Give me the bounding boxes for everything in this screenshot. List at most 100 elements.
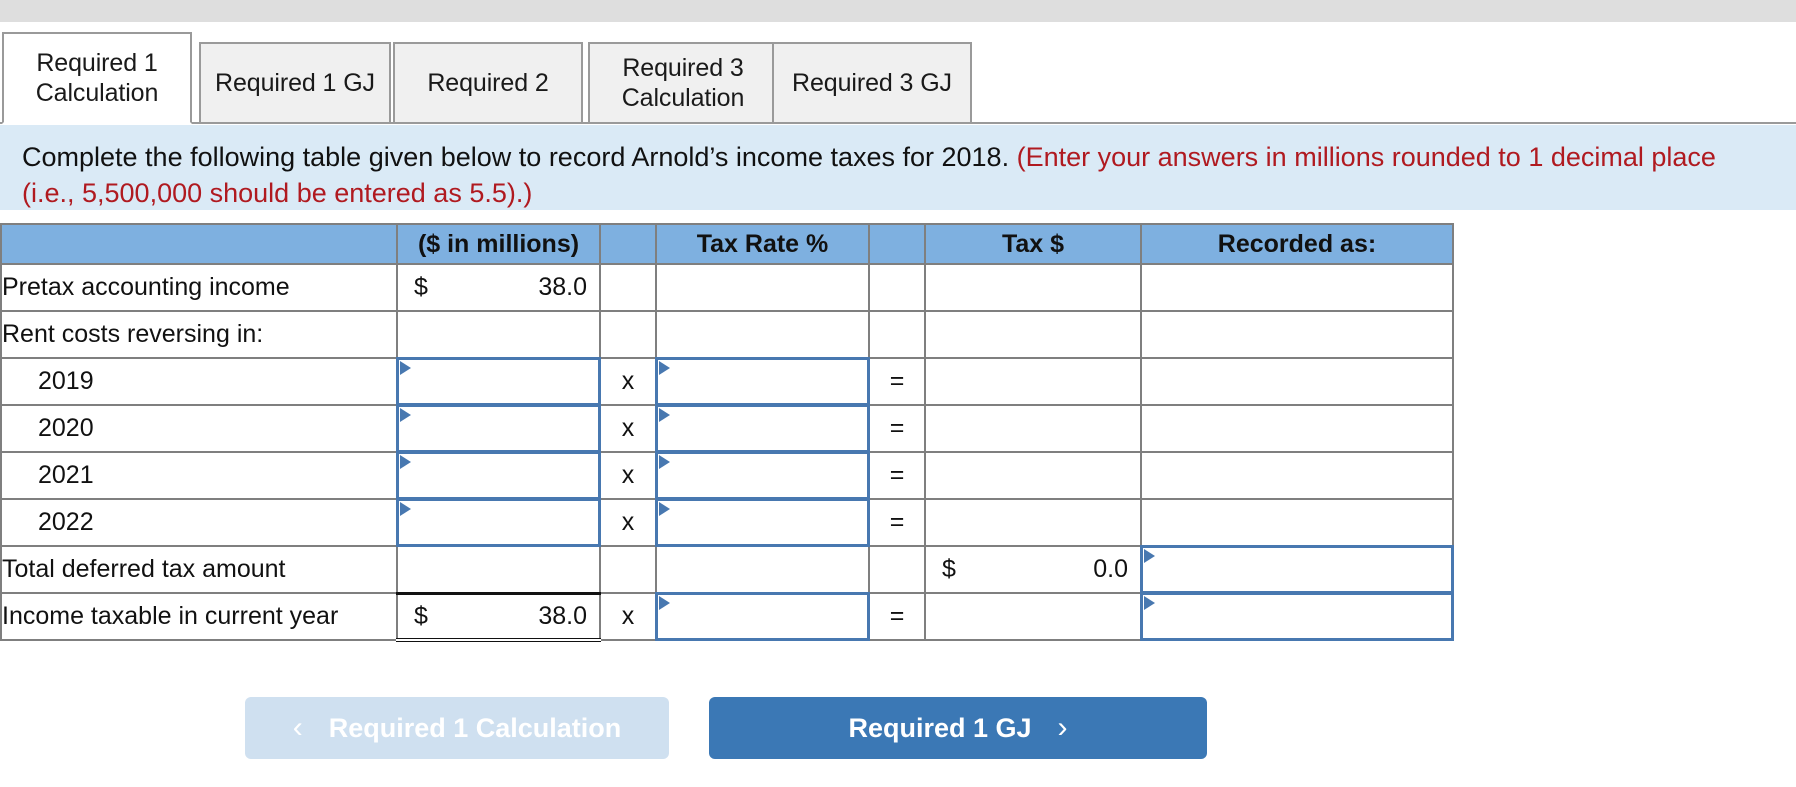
- operator-equals-cell-year-2020: =: [868, 404, 926, 453]
- next-page-button[interactable]: Required 1 GJ ›: [709, 697, 1207, 759]
- row-label-total-deferred-tax-amount: Total deferred tax amount: [0, 545, 398, 594]
- header-tax-dollars: Tax $: [924, 223, 1142, 265]
- recorded-as-cell-year-2020: [1140, 404, 1454, 453]
- tab-label: Required 1 GJ: [215, 68, 375, 98]
- amount-cell-value-income-taxable-in-current-year: 38.0: [538, 601, 587, 630]
- operator-equals-cell-pretax-accounting-income: [868, 263, 926, 312]
- header-amount: ($ in millions): [396, 223, 601, 265]
- chevron-left-icon: ‹: [292, 711, 303, 744]
- tax-rate-cell-year-2022[interactable]: [655, 498, 870, 547]
- amount-cell-total-deferred-tax-amount: [396, 545, 601, 594]
- tax-dollars-cell-income-taxable-in-current-year: [924, 592, 1142, 641]
- tax-rate-cell-income-taxable-in-current-year[interactable]: [655, 592, 870, 641]
- tab-label-line: Required 2: [427, 69, 549, 97]
- operator-equals-cell-year-2022: =: [868, 498, 926, 547]
- table-header: ($ in millions) Tax Rate % Tax $ Recorde…: [0, 223, 1454, 265]
- tax-rate-cell-input-year-2022[interactable]: [655, 498, 870, 547]
- income-tax-table-wrapper: ($ in millions) Tax Rate % Tax $ Recorde…: [0, 223, 1454, 642]
- table-row: Income taxable in current year $38.0 x =: [0, 591, 1454, 642]
- prev-page-button[interactable]: ‹ Required 1 Calculation: [245, 697, 669, 759]
- tab-required-1-gj[interactable]: Required 1 GJ: [199, 42, 391, 124]
- amount-cell-year-2020[interactable]: [396, 404, 601, 453]
- tax-dollars-cell-year-2019: [924, 357, 1142, 406]
- amount-cell-rent-costs-reversing-in: [396, 310, 601, 359]
- header-label: [0, 223, 398, 265]
- tax-rate-cell-input-year-2021[interactable]: [655, 451, 870, 500]
- tab-label: Required 2: [427, 68, 548, 98]
- instructions-banner: Complete the following table given below…: [0, 125, 1796, 210]
- amount-cell-year-2022[interactable]: [396, 498, 601, 547]
- table-row: Pretax accounting income $38.0: [0, 263, 1454, 312]
- operator-equals-cell-income-taxable-in-current-year: =: [868, 592, 926, 641]
- header-tax-rate: Tax Rate %: [655, 223, 870, 265]
- operator-equals-cell-total-deferred-tax-amount: [868, 545, 926, 594]
- table-header-row: ($ in millions) Tax Rate % Tax $ Recorde…: [0, 223, 1454, 265]
- tab-required-3-gj[interactable]: Required 3 GJ: [772, 42, 972, 124]
- row-label-year-2019: 2019: [0, 357, 398, 406]
- tab-label: Required 1 Calculation: [36, 48, 159, 108]
- tax-dollars-cell-rent-costs-reversing-in: [924, 310, 1142, 359]
- row-label-pretax-accounting-income: Pretax accounting income: [0, 263, 398, 312]
- recorded-as-cell-input-total-deferred-tax-amount[interactable]: [1140, 545, 1454, 594]
- table-row: 2020 x =: [0, 404, 1454, 453]
- amount-cell-value-pretax-accounting-income: 38.0: [538, 273, 587, 301]
- tax-rate-cell-input-year-2019[interactable]: [655, 357, 870, 406]
- table-row: 2021 x =: [0, 451, 1454, 500]
- amount-cell-input-year-2019[interactable]: [396, 357, 601, 406]
- currency-symbol: $: [414, 273, 428, 301]
- row-label-year-2020: 2020: [0, 404, 398, 453]
- currency-symbol: $: [414, 601, 428, 630]
- tax-dollars-cell-pretax-accounting-income: [924, 263, 1142, 312]
- currency-symbol: $: [942, 555, 956, 583]
- operator-times-cell-total-deferred-tax-amount: [599, 545, 657, 594]
- tax-dollars-cell-year-2022: [924, 498, 1142, 547]
- table-body: Pretax accounting income $38.0 Rent costs …: [0, 263, 1454, 642]
- amount-cell-input-year-2020[interactable]: [396, 404, 601, 453]
- recorded-as-cell-rent-costs-reversing-in: [1140, 310, 1454, 359]
- tax-rate-cell-rent-costs-reversing-in: [655, 310, 870, 359]
- row-label-income-taxable-in-current-year: Income taxable in current year: [0, 592, 398, 641]
- tab-label-line: Required 3: [622, 54, 744, 82]
- tax-rate-cell-year-2020[interactable]: [655, 404, 870, 453]
- amount-cell-input-year-2022[interactable]: [396, 498, 601, 547]
- instructions-main-text: Complete the following table given below…: [22, 142, 1010, 172]
- recorded-as-cell-total-deferred-tax-amount[interactable]: [1140, 545, 1454, 594]
- amount-cell-year-2019[interactable]: [396, 357, 601, 406]
- amount-cell-input-year-2021[interactable]: [396, 451, 601, 500]
- operator-times-cell-year-2019: x: [599, 357, 657, 406]
- operator-equals-cell-rent-costs-reversing-in: [868, 310, 926, 359]
- tax-rate-cell-input-income-taxable-in-current-year[interactable]: [655, 592, 870, 641]
- next-page-label: Required 1 GJ: [848, 712, 1032, 743]
- header-op-equals: [868, 223, 926, 265]
- operator-equals-cell-year-2021: =: [868, 451, 926, 500]
- tax-dollars-cell-year-2020: [924, 404, 1142, 453]
- tab-required-2[interactable]: Required 2: [393, 42, 583, 124]
- tab-bar: Required 1 Calculation Required 1 GJ Requir…: [0, 32, 1796, 124]
- tax-rate-cell-year-2019[interactable]: [655, 357, 870, 406]
- recorded-as-cell-income-taxable-in-current-year[interactable]: [1140, 592, 1454, 641]
- tab-label-line: Required 1 GJ: [215, 69, 375, 97]
- recorded-as-cell-input-income-taxable-in-current-year[interactable]: [1140, 592, 1454, 641]
- recorded-as-cell-year-2019: [1140, 357, 1454, 406]
- tab-label: Required 3 GJ: [792, 68, 952, 98]
- tax-dollars-cell-value-total-deferred-tax-amount: 0.0: [1093, 555, 1128, 583]
- table-row: 2022 x =: [0, 498, 1454, 547]
- tax-rate-cell-input-year-2020[interactable]: [655, 404, 870, 453]
- amount-cell-year-2021[interactable]: [396, 451, 601, 500]
- amount-cell-pretax-accounting-income: $38.0: [396, 263, 601, 312]
- recorded-as-cell-year-2021: [1140, 451, 1454, 500]
- tab-required-3-calculation[interactable]: Required 3 Calculation: [588, 42, 778, 124]
- tax-dollars-cell-total-deferred-tax-amount: $0.0: [924, 545, 1142, 594]
- recorded-as-cell-pretax-accounting-income: [1140, 263, 1454, 312]
- window-top-bar: [0, 0, 1796, 22]
- pagination-nav: ‹ Required 1 Calculation Required 1 GJ ›: [0, 697, 1452, 759]
- tax-rate-cell-year-2021[interactable]: [655, 451, 870, 500]
- operator-times-cell-year-2020: x: [599, 404, 657, 453]
- tax-dollars-cell-year-2021: [924, 451, 1142, 500]
- tab-label-line: Required 1: [36, 49, 158, 77]
- header-op-times: [599, 223, 657, 265]
- row-label-year-2022: 2022: [0, 498, 398, 547]
- tab-label-line: Calculation: [35, 79, 159, 107]
- tab-required-1-calculation[interactable]: Required 1 Calculation: [2, 32, 192, 124]
- row-label-rent-costs-reversing-in: Rent costs reversing in:: [0, 310, 398, 359]
